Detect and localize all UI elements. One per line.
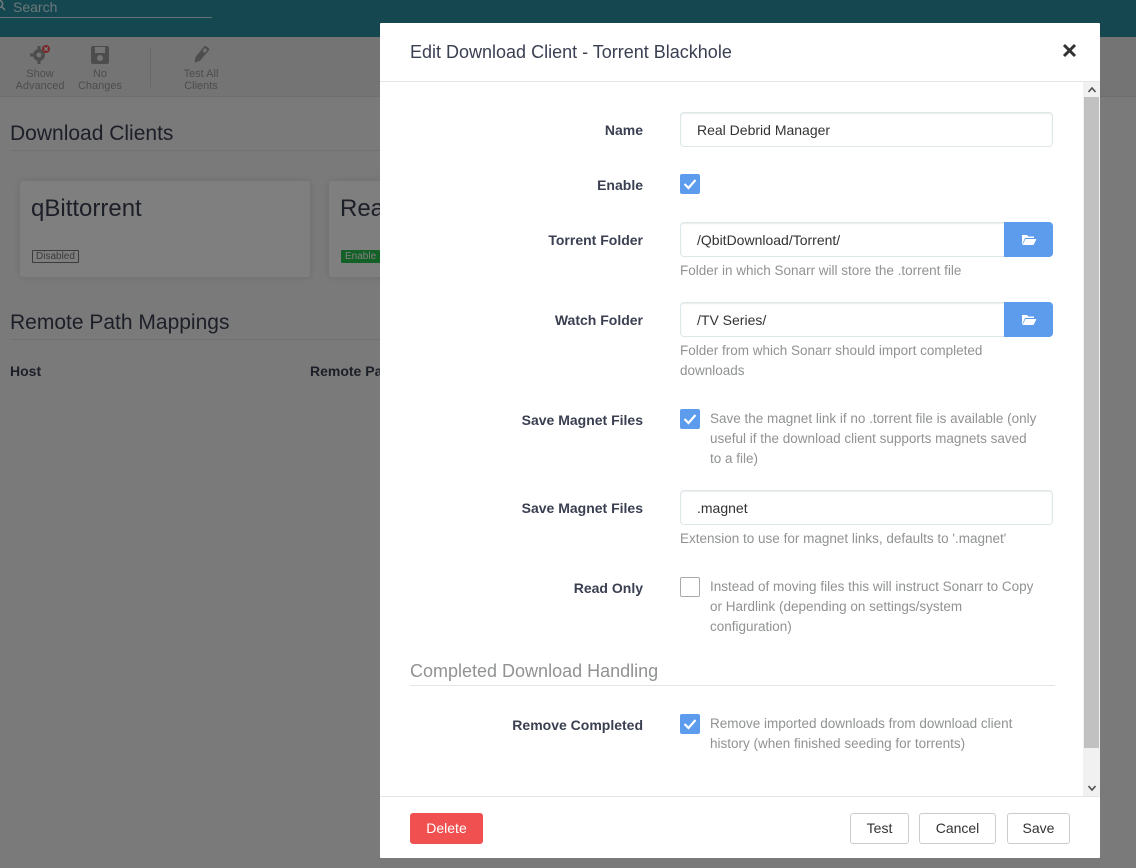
torrent-folder-help: Folder in which Sonarr will store the .t… <box>680 263 962 278</box>
folder-open-icon <box>1022 315 1037 325</box>
watch-folder-help: Folder from which Sonarr should import c… <box>680 341 1055 381</box>
help-line: configuration) <box>710 619 792 634</box>
cancel-button[interactable]: Cancel <box>919 813 996 844</box>
check-icon <box>683 414 697 425</box>
remove-completed-help: Remove imported downloads from download … <box>710 714 1055 754</box>
magnet-extension-input[interactable] <box>680 490 1053 525</box>
remove-completed-label: Remove Completed <box>512 717 643 733</box>
scrollbar-thumb[interactable] <box>1084 97 1099 748</box>
name-label: Name <box>604 122 643 138</box>
modal-title: Edit Download Client - Torrent Blackhole <box>410 42 732 62</box>
help-line: or Hardlink (depending on settings/syste… <box>710 599 963 614</box>
watch-folder-label: Watch Folder <box>554 312 643 328</box>
help-line: Folder from which Sonarr should import c… <box>680 343 983 358</box>
read-only-label: Read Only <box>573 580 643 596</box>
help-line: Remove imported downloads from download … <box>710 716 1013 731</box>
modal-footer: Delete Test Cancel Save <box>380 796 1100 858</box>
help-line: useful if the download client supports m… <box>710 431 1027 446</box>
enable-label: Enable <box>597 177 643 193</box>
help-line: history (when finished seeding for torre… <box>710 736 966 751</box>
torrent-folder-label: Torrent Folder <box>548 232 643 248</box>
enable-checkbox[interactable] <box>680 174 700 194</box>
watch-folder-browse-button[interactable] <box>1004 302 1053 337</box>
name-input[interactable] <box>680 112 1053 147</box>
check-icon <box>683 719 697 730</box>
legend-divider <box>410 685 1055 686</box>
read-only-checkbox[interactable] <box>680 577 700 597</box>
torrent-folder-browse-button[interactable] <box>1004 222 1053 257</box>
completed-download-handling-legend: Completed Download Handling <box>410 661 659 681</box>
read-only-help: Instead of moving files this will instru… <box>710 577 1055 637</box>
remove-completed-checkbox[interactable] <box>680 714 700 734</box>
save-button[interactable]: Save <box>1007 813 1070 844</box>
test-button[interactable]: Test <box>850 813 909 844</box>
close-icon[interactable] <box>1059 40 1081 62</box>
magnet-extension-help: Extension to use for magnet links, defau… <box>680 531 1007 546</box>
modal-header: Edit Download Client - Torrent Blackhole <box>380 23 1100 82</box>
delete-button[interactable]: Delete <box>410 813 483 844</box>
chevron-up-icon[interactable] <box>1087 85 1097 95</box>
save-magnet-files-help: Save the magnet link if no .torrent file… <box>710 409 1055 469</box>
magnet-extension-label: Save Magnet Files <box>521 500 643 516</box>
folder-open-icon <box>1022 235 1037 245</box>
check-icon <box>683 179 697 190</box>
help-line: downloads <box>680 363 745 378</box>
help-line: Instead of moving files this will instru… <box>710 579 1034 594</box>
modal-scrollbar[interactable] <box>1083 82 1100 796</box>
torrent-folder-input[interactable] <box>680 222 1005 257</box>
modal-body[interactable]: Name Enable Torrent Folder Folder in whi… <box>380 82 1083 796</box>
help-line: Save the magnet link if no .torrent file… <box>710 411 1037 426</box>
help-line: to a file) <box>710 451 759 466</box>
watch-folder-input[interactable] <box>680 302 1005 337</box>
chevron-down-icon[interactable] <box>1087 783 1097 793</box>
save-magnet-files-label: Save Magnet Files <box>521 412 643 428</box>
edit-download-client-modal: Edit Download Client - Torrent Blackhole… <box>380 23 1100 858</box>
save-magnet-files-checkbox[interactable] <box>680 409 700 429</box>
